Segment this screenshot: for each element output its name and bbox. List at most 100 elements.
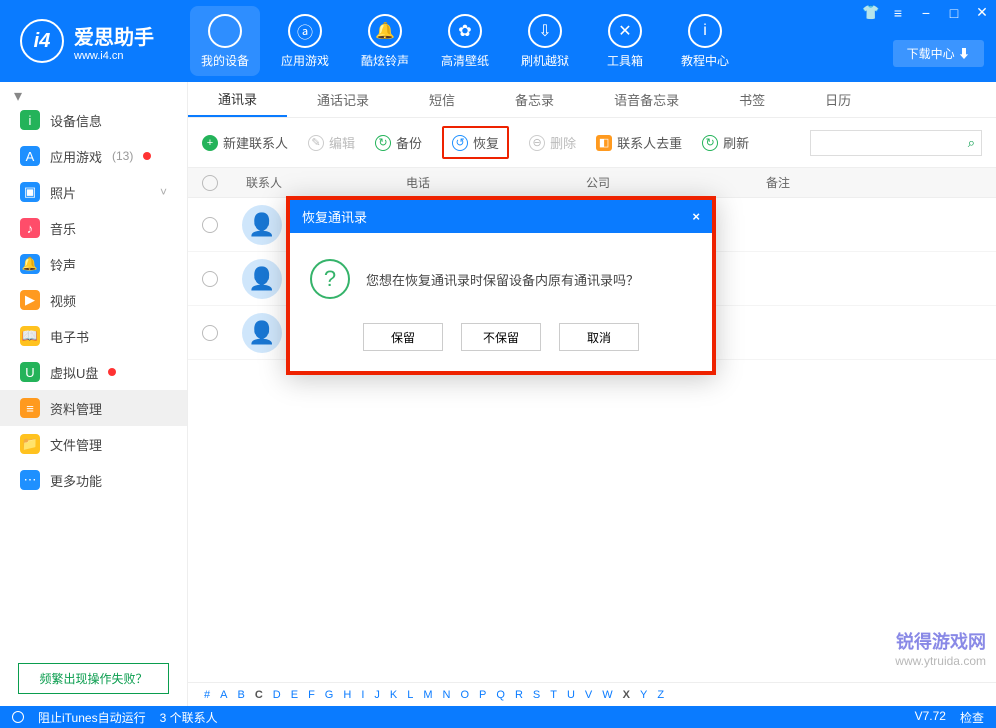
maximize-icon[interactable]: □ bbox=[946, 5, 962, 21]
apps-icon: A bbox=[20, 146, 40, 166]
tools-icon: ✕ bbox=[608, 14, 642, 48]
alpha-L[interactable]: L bbox=[407, 689, 413, 701]
sidebar-item-datamanage[interactable]: ≡资料管理 bbox=[0, 390, 187, 426]
download-icon: ⇩ bbox=[528, 14, 562, 48]
minimize-icon[interactable]: − bbox=[918, 5, 934, 21]
menu-icon[interactable]: ≡ bbox=[890, 5, 906, 21]
sidebar-collapse[interactable]: ▾ bbox=[0, 82, 187, 102]
discard-button[interactable]: 不保留 bbox=[461, 323, 541, 351]
alpha-X[interactable]: X bbox=[623, 689, 630, 701]
dialog-titlebar: 恢复通讯录 × bbox=[290, 200, 712, 233]
alpha-B[interactable]: B bbox=[237, 689, 244, 701]
col-note[interactable]: 备注 bbox=[766, 174, 982, 191]
refresh-button[interactable]: ↻刷新 bbox=[702, 133, 749, 152]
alpha-N[interactable]: N bbox=[443, 689, 451, 701]
sidebar-item-more[interactable]: ⋯更多功能 bbox=[0, 462, 187, 498]
col-company[interactable]: 公司 bbox=[586, 174, 766, 191]
download-center-button[interactable]: 下载中心 ⬇ bbox=[893, 40, 984, 67]
nav-toolbox[interactable]: ✕工具箱 bbox=[590, 6, 660, 76]
alpha-I[interactable]: I bbox=[361, 689, 364, 701]
alpha-T[interactable]: T bbox=[550, 689, 557, 701]
apps-icon: ⓐ bbox=[288, 14, 322, 48]
alpha-G[interactable]: G bbox=[325, 689, 334, 701]
cancel-button[interactable]: 取消 bbox=[559, 323, 639, 351]
status-contact-count: 3 个联系人 bbox=[160, 709, 218, 726]
sidebar-item-ebook[interactable]: 📖电子书 bbox=[0, 318, 187, 354]
alpha-#[interactable]: # bbox=[204, 689, 210, 701]
sidebar-item-ringtone[interactable]: 🔔铃声 bbox=[0, 246, 187, 282]
alpha-D[interactable]: D bbox=[273, 689, 281, 701]
tab-contacts[interactable]: 通讯录 bbox=[188, 82, 287, 117]
app-name: 爱思助手 bbox=[74, 21, 154, 50]
tab-bookmarks[interactable]: 书签 bbox=[709, 82, 795, 117]
nav-wallpaper[interactable]: ✿高清壁纸 bbox=[430, 6, 500, 76]
alpha-C[interactable]: C bbox=[255, 689, 263, 701]
tab-calendar[interactable]: 日历 bbox=[795, 82, 881, 117]
more-icon: ⋯ bbox=[20, 470, 40, 490]
tab-call-log[interactable]: 通话记录 bbox=[287, 82, 399, 117]
alpha-F[interactable]: F bbox=[308, 689, 315, 701]
red-dot-icon bbox=[108, 368, 116, 376]
sidebar-item-photos[interactable]: ▣照片˅ bbox=[0, 174, 187, 210]
bell-icon: 🔔 bbox=[368, 14, 402, 48]
alpha-R[interactable]: R bbox=[515, 689, 523, 701]
restore-button[interactable]: ↺恢复 bbox=[442, 126, 509, 159]
alpha-J[interactable]: J bbox=[374, 689, 380, 701]
app-logo-icon: i4 bbox=[20, 19, 64, 63]
alpha-Q[interactable]: Q bbox=[496, 689, 505, 701]
backup-button[interactable]: ↻备份 bbox=[375, 133, 422, 152]
delete-button[interactable]: ⊖删除 bbox=[529, 133, 576, 152]
close-icon[interactable]: ✕ bbox=[974, 4, 990, 21]
alpha-E[interactable]: E bbox=[291, 689, 298, 701]
search-input[interactable]: ⌕ bbox=[810, 130, 982, 156]
select-all-checkbox[interactable] bbox=[202, 175, 218, 191]
toolbar: +新建联系人 ✎编辑 ↻备份 ↺恢复 ⊖删除 ◧联系人去重 ↻刷新 ⌕ bbox=[188, 118, 996, 168]
chevron-down-icon: ˅ bbox=[160, 185, 167, 199]
alpha-M[interactable]: M bbox=[423, 689, 432, 701]
col-phone[interactable]: 电话 bbox=[406, 174, 586, 191]
top-nav: 我的设备 ⓐ应用游戏 🔔酷炫铃声 ✿高清壁纸 ⇩刷机越狱 ✕工具箱 i教程中心 bbox=[190, 6, 740, 76]
nav-flash[interactable]: ⇩刷机越狱 bbox=[510, 6, 580, 76]
photo-icon: ▣ bbox=[20, 182, 40, 202]
sidebar-item-video[interactable]: ▶视频 bbox=[0, 282, 187, 318]
operation-failed-help-button[interactable]: 频繁出现操作失败？ bbox=[18, 663, 169, 694]
alpha-Y[interactable]: Y bbox=[640, 689, 647, 701]
plus-icon: + bbox=[202, 135, 218, 151]
row-checkbox[interactable] bbox=[202, 271, 218, 287]
table-header: 联系人 电话 公司 备注 bbox=[188, 168, 996, 198]
video-icon: ▶ bbox=[20, 290, 40, 310]
status-check-update[interactable]: 检查 bbox=[960, 709, 984, 726]
dialog-close-button[interactable]: × bbox=[692, 209, 700, 224]
sidebar-item-filemanage[interactable]: 📁文件管理 bbox=[0, 426, 187, 462]
row-checkbox[interactable] bbox=[202, 325, 218, 341]
alpha-H[interactable]: H bbox=[343, 689, 351, 701]
tab-voice-notes[interactable]: 语音备忘录 bbox=[584, 82, 709, 117]
nav-apps[interactable]: ⓐ应用游戏 bbox=[270, 6, 340, 76]
alpha-S[interactable]: S bbox=[533, 689, 540, 701]
sidebar-item-apps[interactable]: A应用游戏(13) bbox=[0, 138, 187, 174]
col-contact[interactable]: 联系人 bbox=[246, 174, 406, 191]
sidebar-item-udisk[interactable]: U虚拟U盘 bbox=[0, 354, 187, 390]
alpha-P[interactable]: P bbox=[479, 689, 486, 701]
tshirt-icon[interactable]: 👕 bbox=[862, 4, 878, 21]
alpha-O[interactable]: O bbox=[460, 689, 469, 701]
alpha-Z[interactable]: Z bbox=[657, 689, 664, 701]
alpha-U[interactable]: U bbox=[567, 689, 575, 701]
nav-tutorials[interactable]: i教程中心 bbox=[670, 6, 740, 76]
row-checkbox[interactable] bbox=[202, 217, 218, 233]
alpha-V[interactable]: V bbox=[585, 689, 592, 701]
sidebar-item-device-info[interactable]: i设备信息 bbox=[0, 102, 187, 138]
alpha-A[interactable]: A bbox=[220, 689, 227, 701]
edit-button[interactable]: ✎编辑 bbox=[308, 133, 355, 152]
nav-my-device[interactable]: 我的设备 bbox=[190, 6, 260, 76]
dedupe-button[interactable]: ◧联系人去重 bbox=[596, 133, 682, 152]
new-contact-button[interactable]: +新建联系人 bbox=[202, 133, 288, 152]
alpha-K[interactable]: K bbox=[390, 689, 397, 701]
nav-ringtones[interactable]: 🔔酷炫铃声 bbox=[350, 6, 420, 76]
status-itunes[interactable]: 阻止iTunes自动运行 bbox=[38, 709, 146, 726]
sidebar-item-music[interactable]: ♪音乐 bbox=[0, 210, 187, 246]
tab-notes[interactable]: 备忘录 bbox=[485, 82, 584, 117]
alpha-W[interactable]: W bbox=[602, 689, 612, 701]
keep-button[interactable]: 保留 bbox=[363, 323, 443, 351]
tab-sms[interactable]: 短信 bbox=[399, 82, 485, 117]
